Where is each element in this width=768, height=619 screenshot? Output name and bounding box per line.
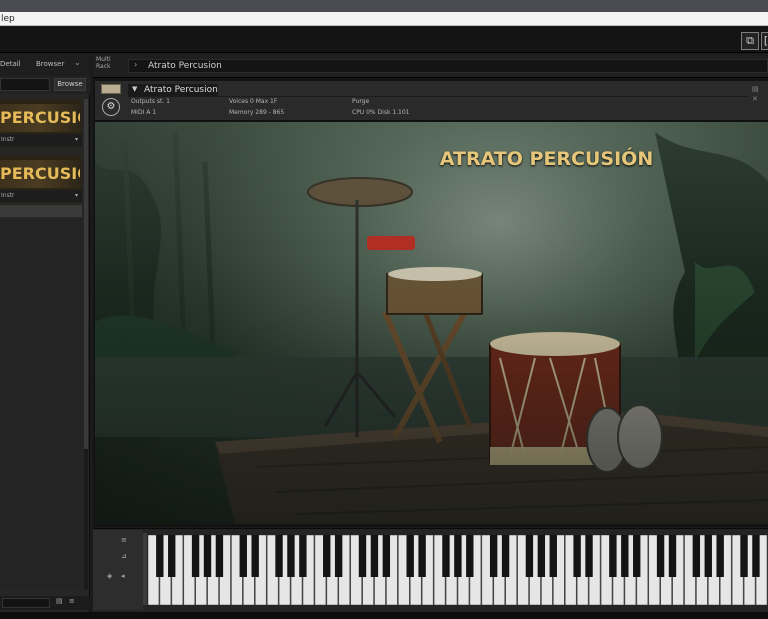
artwork-fog-overlay <box>95 122 768 524</box>
menu-help[interactable]: lep <box>0 12 15 26</box>
octave-icon[interactable]: ◈ <box>107 572 112 580</box>
library-sub-label: Instr <box>1 192 15 199</box>
black-key[interactable] <box>203 535 212 577</box>
pitch-wheel-icon[interactable]: ≡ <box>121 536 127 544</box>
search-input[interactable] <box>0 78 50 91</box>
black-key[interactable] <box>406 535 414 577</box>
black-key[interactable] <box>537 535 546 577</box>
header-divider <box>128 96 748 97</box>
black-key[interactable] <box>418 535 426 577</box>
footer-field[interactable] <box>2 598 50 608</box>
black-key[interactable] <box>704 535 712 577</box>
bracket-icon: [ <box>763 34 768 47</box>
black-key[interactable] <box>585 535 593 577</box>
black-key[interactable] <box>370 535 379 577</box>
keyboard-controls: ≡ ⊿ ◈ ◂ <box>93 530 143 610</box>
chevron-right-icon[interactable]: › <box>134 60 137 69</box>
dropdown-icon: ▾ <box>74 192 78 199</box>
output-selector[interactable]: Outputs st. 1 <box>131 98 170 106</box>
piano-keys[interactable] <box>147 534 768 606</box>
mod-wheel-icon[interactable]: ⊿ <box>121 552 127 560</box>
black-key[interactable] <box>740 535 748 577</box>
black-key[interactable] <box>191 535 200 577</box>
expand-button[interactable]: [ <box>761 32 768 50</box>
keyboard-range-strip[interactable] <box>143 533 147 605</box>
black-key[interactable] <box>489 535 498 577</box>
black-key[interactable] <box>633 535 641 577</box>
black-key[interactable] <box>275 535 283 577</box>
library-instruments-menu[interactable]: Instr ▾ <box>0 134 82 146</box>
menu-bar <box>0 12 768 26</box>
list-item-selected[interactable] <box>0 205 82 217</box>
black-key[interactable] <box>287 535 295 577</box>
chevron-down-icon[interactable]: ⌄ <box>74 58 81 67</box>
black-key[interactable] <box>621 535 629 577</box>
black-key[interactable] <box>454 535 462 577</box>
memory-readout: Memory 289 - 865 <box>229 109 285 116</box>
browse-button[interactable]: Browse <box>54 78 86 91</box>
purge-button[interactable]: Purge <box>352 98 369 106</box>
black-key[interactable] <box>692 535 701 577</box>
instrument-name[interactable]: Atrato Percusion <box>144 84 218 96</box>
instrument-logo-icon[interactable] <box>101 84 121 94</box>
black-key[interactable] <box>168 535 176 577</box>
cpu-readout: CPU 0% Disk 1.101 <box>352 109 410 116</box>
black-key[interactable] <box>501 535 510 577</box>
footer-icons[interactable]: ▤ ≡ <box>56 597 77 605</box>
black-key[interactable] <box>156 535 164 577</box>
black-key[interactable] <box>525 535 534 577</box>
black-key[interactable] <box>656 535 665 577</box>
black-key[interactable] <box>334 535 343 577</box>
piano-keyboard[interactable] <box>147 534 768 606</box>
library-instruments-menu[interactable]: Instr ▾ <box>0 190 82 202</box>
midi-channel-selector[interactable]: MIDI A 1 <box>131 109 156 117</box>
library-title[interactable]: PERCUSIÓN <box>0 160 80 188</box>
black-key[interactable] <box>549 535 557 577</box>
octave-down-icon[interactable]: ◂ <box>121 572 125 580</box>
black-key[interactable] <box>752 535 760 577</box>
black-key[interactable] <box>251 535 259 577</box>
library-title[interactable]: PERCUSIÓN <box>0 104 80 132</box>
black-key[interactable] <box>573 535 581 577</box>
black-key[interactable] <box>466 535 474 577</box>
black-key[interactable] <box>668 535 677 577</box>
instrument-side-controls[interactable]: ▤ ✕ <box>752 84 768 120</box>
window-icon: ⧉ <box>746 34 754 47</box>
tab-browser[interactable]: Browser <box>36 60 66 68</box>
dropdown-icon: ▾ <box>74 136 78 143</box>
black-key[interactable] <box>299 535 307 577</box>
black-key[interactable] <box>358 535 367 577</box>
library-list <box>0 218 82 590</box>
collapse-arrow-icon[interactable]: ▼ <box>132 85 137 93</box>
black-key[interactable] <box>215 535 224 577</box>
voices-readout: Voices 0 Max 1F <box>229 98 278 105</box>
black-key[interactable] <box>323 535 331 577</box>
black-key[interactable] <box>442 535 450 577</box>
window-titlebar <box>0 0 768 12</box>
tab-detail[interactable]: Detail <box>0 60 25 68</box>
main-toolbar <box>0 27 768 53</box>
rack-title: Atrato Percusion <box>148 61 222 71</box>
black-key[interactable] <box>239 535 247 577</box>
black-key[interactable] <box>716 535 724 577</box>
library-sub-label: Instr <box>1 136 15 143</box>
scrollbar-thumb[interactable] <box>84 99 88 449</box>
artwork-title: ATRATO PERCUSIÓN <box>439 148 654 170</box>
rack-slot-field[interactable] <box>128 59 768 73</box>
gear-icon[interactable]: ⚙ <box>102 98 120 116</box>
snapshot-icon[interactable]: ▤ <box>752 84 768 94</box>
black-key[interactable] <box>609 535 617 577</box>
black-key[interactable] <box>382 535 391 577</box>
view-toggle-button[interactable]: ⧉ <box>741 32 759 50</box>
bottom-edge <box>0 612 768 619</box>
rack-label: Multi Rack <box>96 56 111 70</box>
close-icon[interactable]: ✕ <box>752 94 768 104</box>
